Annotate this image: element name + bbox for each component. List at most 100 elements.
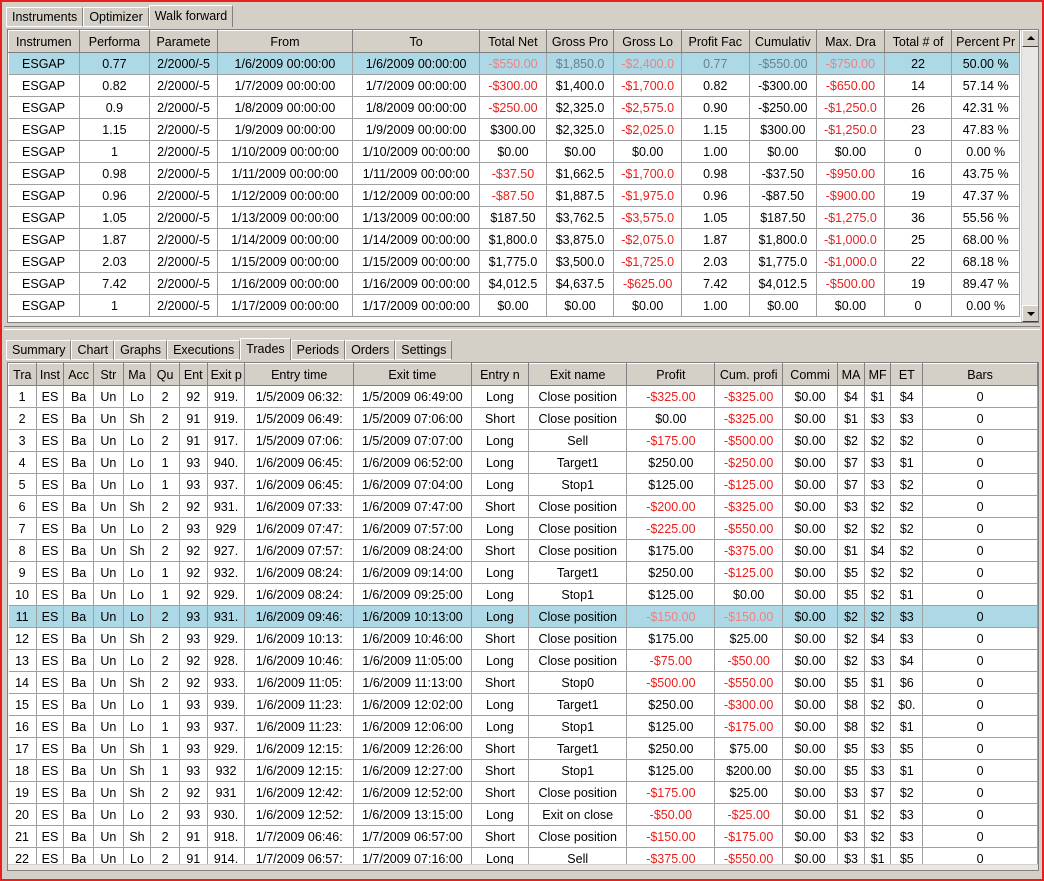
table-row[interactable]: ESGAP 0.9 2/2000/-5 1/8/2009 00:00:00 1/8/20… [8,96,1020,119]
column-header[interactable]: Exit p [206,363,246,386]
column-header[interactable]: To [352,30,481,53]
table-cell: -$550.00 [749,52,818,75]
table-row[interactable]: 19 ES Ba Un Sh 2 92 931 1/6/2009 12:42: 1/6/2009 … [8,781,1038,804]
column-header[interactable]: From [216,30,354,53]
table-cell: ES [36,407,65,430]
table-row[interactable]: 18 ES Ba Un Sh 1 93 932 1/6/2009 12:15: 1/6/2009 … [8,759,1038,782]
table-cell: 1/9/2009 00:00:00 [352,118,481,141]
column-header[interactable]: Instrumen [8,30,80,53]
column-header[interactable]: Entry time [244,363,354,386]
table-cell: ES [36,583,65,606]
column-header[interactable]: Acc [63,363,94,386]
column-header[interactable]: Gross Pro [545,30,615,53]
column-header[interactable]: Inst [35,363,65,386]
tab-periods[interactable]: Periods [290,340,346,360]
table-row[interactable]: 9 ES Ba Un Lo 1 92 932. 1/6/2009 08:24: 1/6/2009 … [8,561,1038,584]
column-header[interactable]: Qu [150,363,180,386]
tab-instruments[interactable]: Instruments [6,7,84,27]
table-row[interactable]: ESGAP 1.87 2/2000/-5 1/14/2009 00:00:00 1/14… [8,228,1020,251]
table-row[interactable]: 3 ES Ba Un Lo 2 91 917. 1/5/2009 07:06: 1/5/2009 … [8,429,1038,452]
column-header[interactable]: Ent [178,363,208,386]
table-cell: ESGAP [8,206,80,229]
scroll-up-icon[interactable] [1022,30,1038,47]
scroll-down-icon[interactable] [1022,305,1038,322]
column-header[interactable]: Bars [922,363,1038,386]
table-cell: $8 [837,715,865,738]
column-header[interactable]: Str [92,363,124,386]
column-header[interactable]: Exit name [528,363,628,386]
column-header[interactable]: Entry n [470,363,530,386]
table-row[interactable]: 1 ES Ba Un Lo 2 92 919. 1/5/2009 06:32: 1/5/2009 … [8,385,1038,408]
table-row[interactable]: ESGAP 0.82 2/2000/-5 1/7/2009 00:00:00 1/7/2… [8,74,1020,97]
tab-summary[interactable]: Summary [6,340,72,360]
table-cell: 10 [8,583,37,606]
table-cell: 14 [884,74,953,97]
table-row[interactable]: ESGAP 7.42 2/2000/-5 1/16/2009 00:00:00 1/16… [8,272,1020,295]
column-header[interactable]: Tra [8,363,37,386]
tab-optimizer[interactable]: Optimizer [83,7,149,27]
walk-forward-grid[interactable]: Instrumen Performa Paramete From To Total Net… [7,29,1039,323]
table-row[interactable]: ESGAP 0.98 2/2000/-5 1/11/2009 00:00:00 1/11… [8,162,1020,185]
column-header[interactable]: Total Net [479,30,547,53]
table-row[interactable]: 21 ES Ba Un Sh 2 91 918. 1/7/2009 06:46: 1/7/2009… [8,825,1038,848]
tab-trades[interactable]: Trades [240,338,291,360]
tab-graphs[interactable]: Graphs [114,340,168,360]
table-cell: -$325.00 [714,495,783,518]
table-row[interactable]: 11 ES Ba Un Lo 2 93 931. 1/6/2009 09:46: 1/6/2009… [8,605,1038,628]
table-row[interactable]: 13 ES Ba Un Lo 2 92 928. 1/6/2009 10:46: 1/6/2009… [8,649,1038,672]
table-row[interactable]: ESGAP 1 2/2000/-5 1/17/2009 00:00:00 1/17/20… [8,294,1020,317]
column-header[interactable]: Exit time [353,363,472,386]
tab-settings[interactable]: Settings [395,340,453,360]
table-cell: 929. [207,583,246,606]
column-header[interactable]: Profit [626,363,716,386]
column-header[interactable]: Paramete [149,30,218,53]
table-row[interactable]: 5 ES Ba Un Lo 1 93 937. 1/6/2009 06:45: 1/6/2009 … [8,473,1038,496]
column-header[interactable]: Cumulativ [748,30,818,53]
table-cell: Close position [528,825,628,848]
walk-forward-vscrollbar[interactable] [1021,30,1038,322]
column-header[interactable]: Max. Dra [816,30,885,53]
table-row[interactable]: ESGAP 2.03 2/2000/-5 1/15/2009 00:00:00 1/15… [8,250,1020,273]
column-header[interactable]: Cum. profi [714,363,783,386]
column-header[interactable]: Performa [78,30,151,53]
trades-hscrollbar[interactable] [8,864,1038,870]
trades-grid[interactable]: Tra Inst Acc Str Ma Qu Ent Exit p Entry time Exit… [7,362,1039,871]
table-row[interactable]: 16 ES Ba Un Lo 1 93 937. 1/6/2009 11:23: 1/6/2009… [8,715,1038,738]
tab-executions[interactable]: Executions [167,340,241,360]
table-row[interactable]: 15 ES Ba Un Lo 1 93 939. 1/6/2009 11:23: 1/6/2009… [8,693,1038,716]
column-header[interactable]: MA [837,363,865,386]
tab-chart[interactable]: Chart [71,340,115,360]
table-row[interactable]: 7 ES Ba Un Lo 2 93 929 1/6/2009 07:47: 1/6/2009 0… [8,517,1038,540]
table-row[interactable]: ESGAP 1.15 2/2000/-5 1/9/2009 00:00:00 1/9/2… [8,118,1020,141]
tab-orders[interactable]: Orders [345,340,396,360]
table-row[interactable]: 8 ES Ba Un Sh 2 92 927. 1/6/2009 07:57: 1/6/2009 … [8,539,1038,562]
tab-walk-forward[interactable]: Walk forward [148,5,234,27]
column-header[interactable]: ET [890,363,924,386]
table-row[interactable]: ESGAP 0.77 2/2000/-5 1/6/2009 00:00:00 1/6/2… [8,52,1020,75]
pane-splitter[interactable] [4,326,1040,330]
table-row[interactable]: 12 ES Ba Un Sh 2 93 929. 1/6/2009 10:13: 1/6/2009… [8,627,1038,650]
table-row[interactable]: 6 ES Ba Un Sh 2 92 931. 1/6/2009 07:33: 1/6/2009 … [8,495,1038,518]
table-cell: Un [93,671,124,694]
table-cell: ES [36,715,65,738]
column-header[interactable]: Gross Lo [613,30,682,53]
table-row[interactable]: 2 ES Ba Un Sh 2 91 919. 1/5/2009 06:49: 1/5/2009 … [8,407,1038,430]
table-row[interactable]: 10 ES Ba Un Lo 1 92 929. 1/6/2009 08:24: 1/6/2009… [8,583,1038,606]
column-header[interactable]: Total # of [883,30,953,53]
table-cell: $125.00 [626,715,716,738]
table-row[interactable]: 17 ES Ba Un Sh 1 93 929. 1/6/2009 12:15: 1/6/2009… [8,737,1038,760]
table-row[interactable]: 20 ES Ba Un Lo 2 93 930. 1/6/2009 12:52: 1/6/2009… [8,803,1038,826]
table-row[interactable]: 4 ES Ba Un Lo 1 93 940. 1/6/2009 06:45: 1/6/2009 … [8,451,1038,474]
table-cell: ESGAP [8,96,80,119]
column-header[interactable]: Profit Fac [680,30,750,53]
column-header[interactable]: MF [863,363,892,386]
column-header[interactable]: Commi [781,363,839,386]
column-header[interactable]: Percent Pr [951,30,1020,53]
table-row[interactable]: 14 ES Ba Un Sh 2 92 933. 1/6/2009 11:05: 1/6/2009… [8,671,1038,694]
table-row[interactable]: ESGAP 0.96 2/2000/-5 1/12/2009 00:00:00 1/12… [8,184,1020,207]
table-cell: $125.00 [626,583,716,606]
table-row[interactable]: ESGAP 1 2/2000/-5 1/10/2009 00:00:00 1/10/20… [8,140,1020,163]
table-row[interactable]: ESGAP 1.05 2/2000/-5 1/13/2009 00:00:00 1/13… [8,206,1020,229]
column-header[interactable]: Ma [122,363,152,386]
table-cell: Ba [63,693,94,716]
